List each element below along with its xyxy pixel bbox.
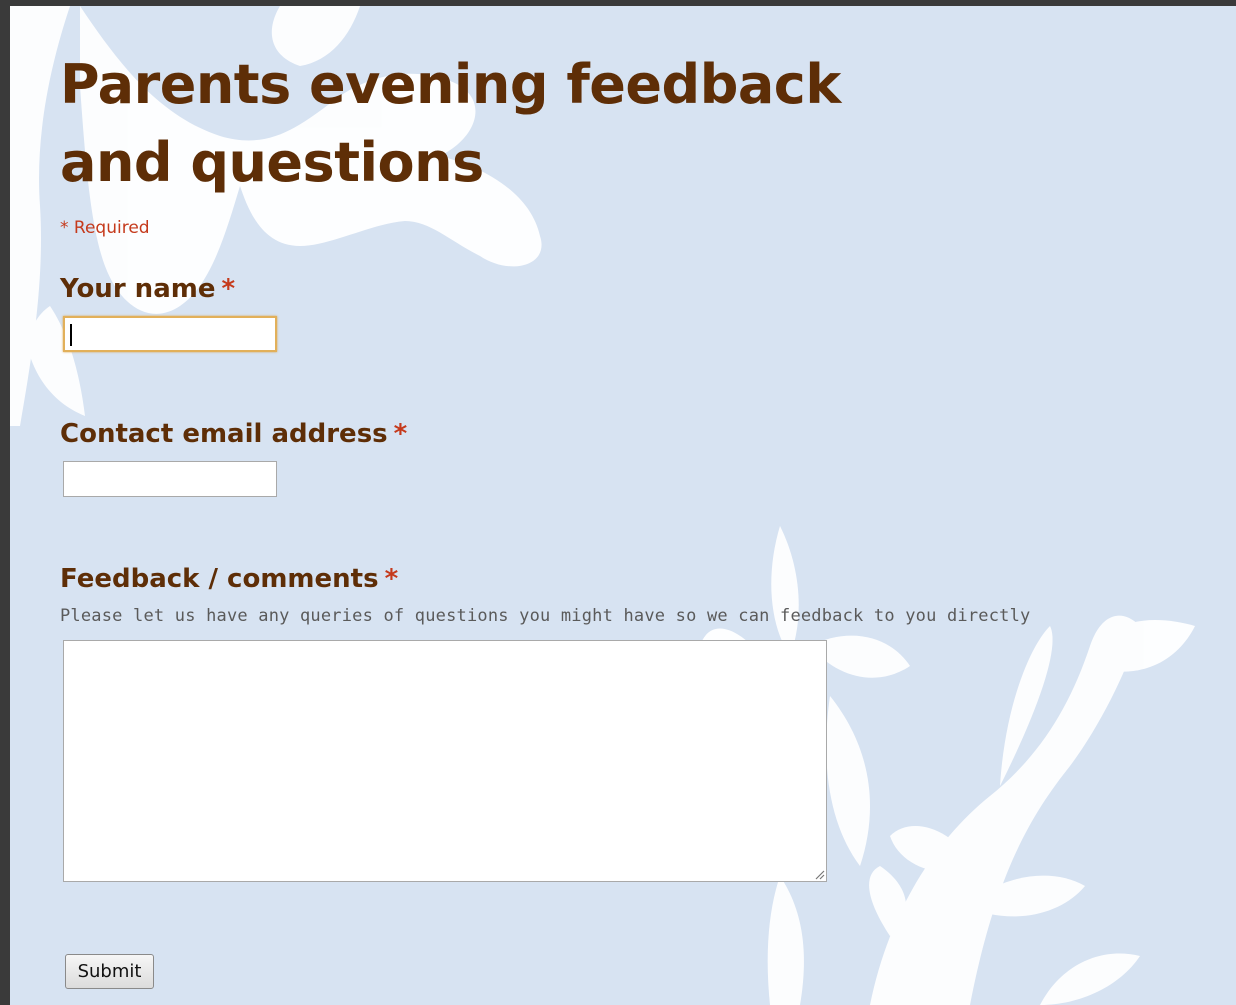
name-input[interactable] xyxy=(63,316,277,352)
email-label: Contact email address * xyxy=(60,419,407,449)
feedback-textarea[interactable] xyxy=(63,640,827,882)
name-label: Your name * xyxy=(60,274,235,304)
name-label-text: Your name xyxy=(60,274,216,304)
required-star: * xyxy=(221,274,236,304)
form-title: Parents evening feedback and questions xyxy=(60,53,841,194)
email-input[interactable] xyxy=(63,461,277,497)
required-note: * Required xyxy=(60,218,150,238)
required-star: * xyxy=(384,564,399,594)
email-label-text: Contact email address xyxy=(60,419,388,449)
resize-grip-icon[interactable] xyxy=(813,868,825,880)
feedback-label: Feedback / comments * xyxy=(60,564,398,594)
required-star: * xyxy=(393,419,408,449)
form-page: Parents evening feedback and questions *… xyxy=(10,6,1236,1005)
feedback-help-text: Please let us have any queries of questi… xyxy=(60,606,1031,626)
submit-button[interactable]: Submit xyxy=(65,954,154,989)
feedback-label-text: Feedback / comments xyxy=(60,564,379,594)
text-caret xyxy=(70,324,72,346)
